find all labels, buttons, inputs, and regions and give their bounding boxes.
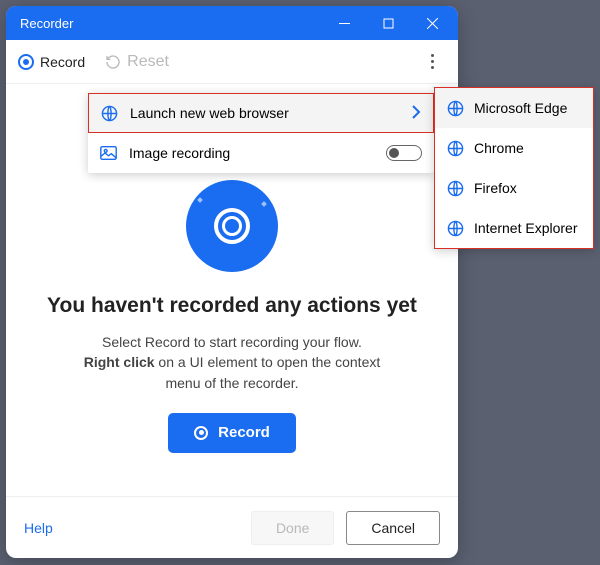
record-dot-icon	[194, 426, 208, 440]
record-icon	[18, 54, 34, 70]
submenu-item-edge[interactable]: Microsoft Edge	[435, 88, 593, 128]
desc-bold: Right click	[84, 354, 155, 370]
footer: Help Done Cancel	[6, 496, 458, 558]
browser-submenu: Microsoft Edge Chrome Firefox Internet E…	[434, 87, 594, 249]
help-link[interactable]: Help	[24, 520, 53, 536]
recorder-window: Recorder Record Reset Launch new web bro…	[6, 6, 458, 558]
done-button: Done	[251, 511, 334, 545]
image-recording-toggle[interactable]	[386, 145, 422, 161]
submenu-label: Chrome	[474, 140, 524, 156]
empty-heading: You haven't recorded any actions yet	[6, 294, 458, 318]
submenu-item-firefox[interactable]: Firefox	[435, 168, 593, 208]
maximize-button[interactable]	[366, 6, 410, 40]
recorder-hero-icon	[186, 180, 278, 272]
submenu-item-chrome[interactable]: Chrome	[435, 128, 593, 168]
globe-icon	[447, 100, 464, 117]
minimize-button[interactable]	[322, 6, 366, 40]
record-button[interactable]: Record	[168, 413, 296, 453]
cancel-button[interactable]: Cancel	[346, 511, 440, 545]
more-menu-button[interactable]	[418, 48, 446, 76]
empty-description: Select Record to start recording your fl…	[6, 332, 458, 393]
toolbar: Record Reset	[6, 40, 458, 84]
desc-line3: menu of the recorder.	[165, 375, 298, 391]
globe-icon	[447, 220, 464, 237]
launch-browser-item[interactable]: Launch new web browser	[88, 93, 434, 133]
image-recording-label: Image recording	[129, 145, 230, 161]
reset-icon	[105, 54, 121, 70]
record-toggle[interactable]: Record	[40, 54, 85, 70]
content-area: Launch new web browser Image recording Y…	[6, 84, 458, 496]
window-title: Recorder	[20, 16, 322, 31]
image-icon	[100, 146, 117, 160]
record-button-label: Record	[218, 424, 270, 441]
submenu-item-ie[interactable]: Internet Explorer	[435, 208, 593, 248]
image-recording-item[interactable]: Image recording	[88, 133, 434, 173]
globe-icon	[101, 105, 118, 122]
desc-line1: Select Record to start recording your fl…	[102, 334, 362, 350]
submenu-label: Firefox	[474, 180, 517, 196]
action-dropdown: Launch new web browser Image recording	[88, 93, 434, 173]
submenu-label: Internet Explorer	[474, 220, 578, 236]
globe-icon	[447, 180, 464, 197]
reset-label: Reset	[127, 53, 169, 71]
reset-button[interactable]: Reset	[105, 53, 169, 71]
desc-line2: on a UI element to open the context	[155, 354, 381, 370]
launch-browser-label: Launch new web browser	[130, 105, 289, 121]
close-button[interactable]	[410, 6, 454, 40]
globe-icon	[447, 140, 464, 157]
titlebar: Recorder	[6, 6, 458, 40]
submenu-label: Microsoft Edge	[474, 100, 567, 116]
chevron-right-icon	[411, 105, 421, 122]
